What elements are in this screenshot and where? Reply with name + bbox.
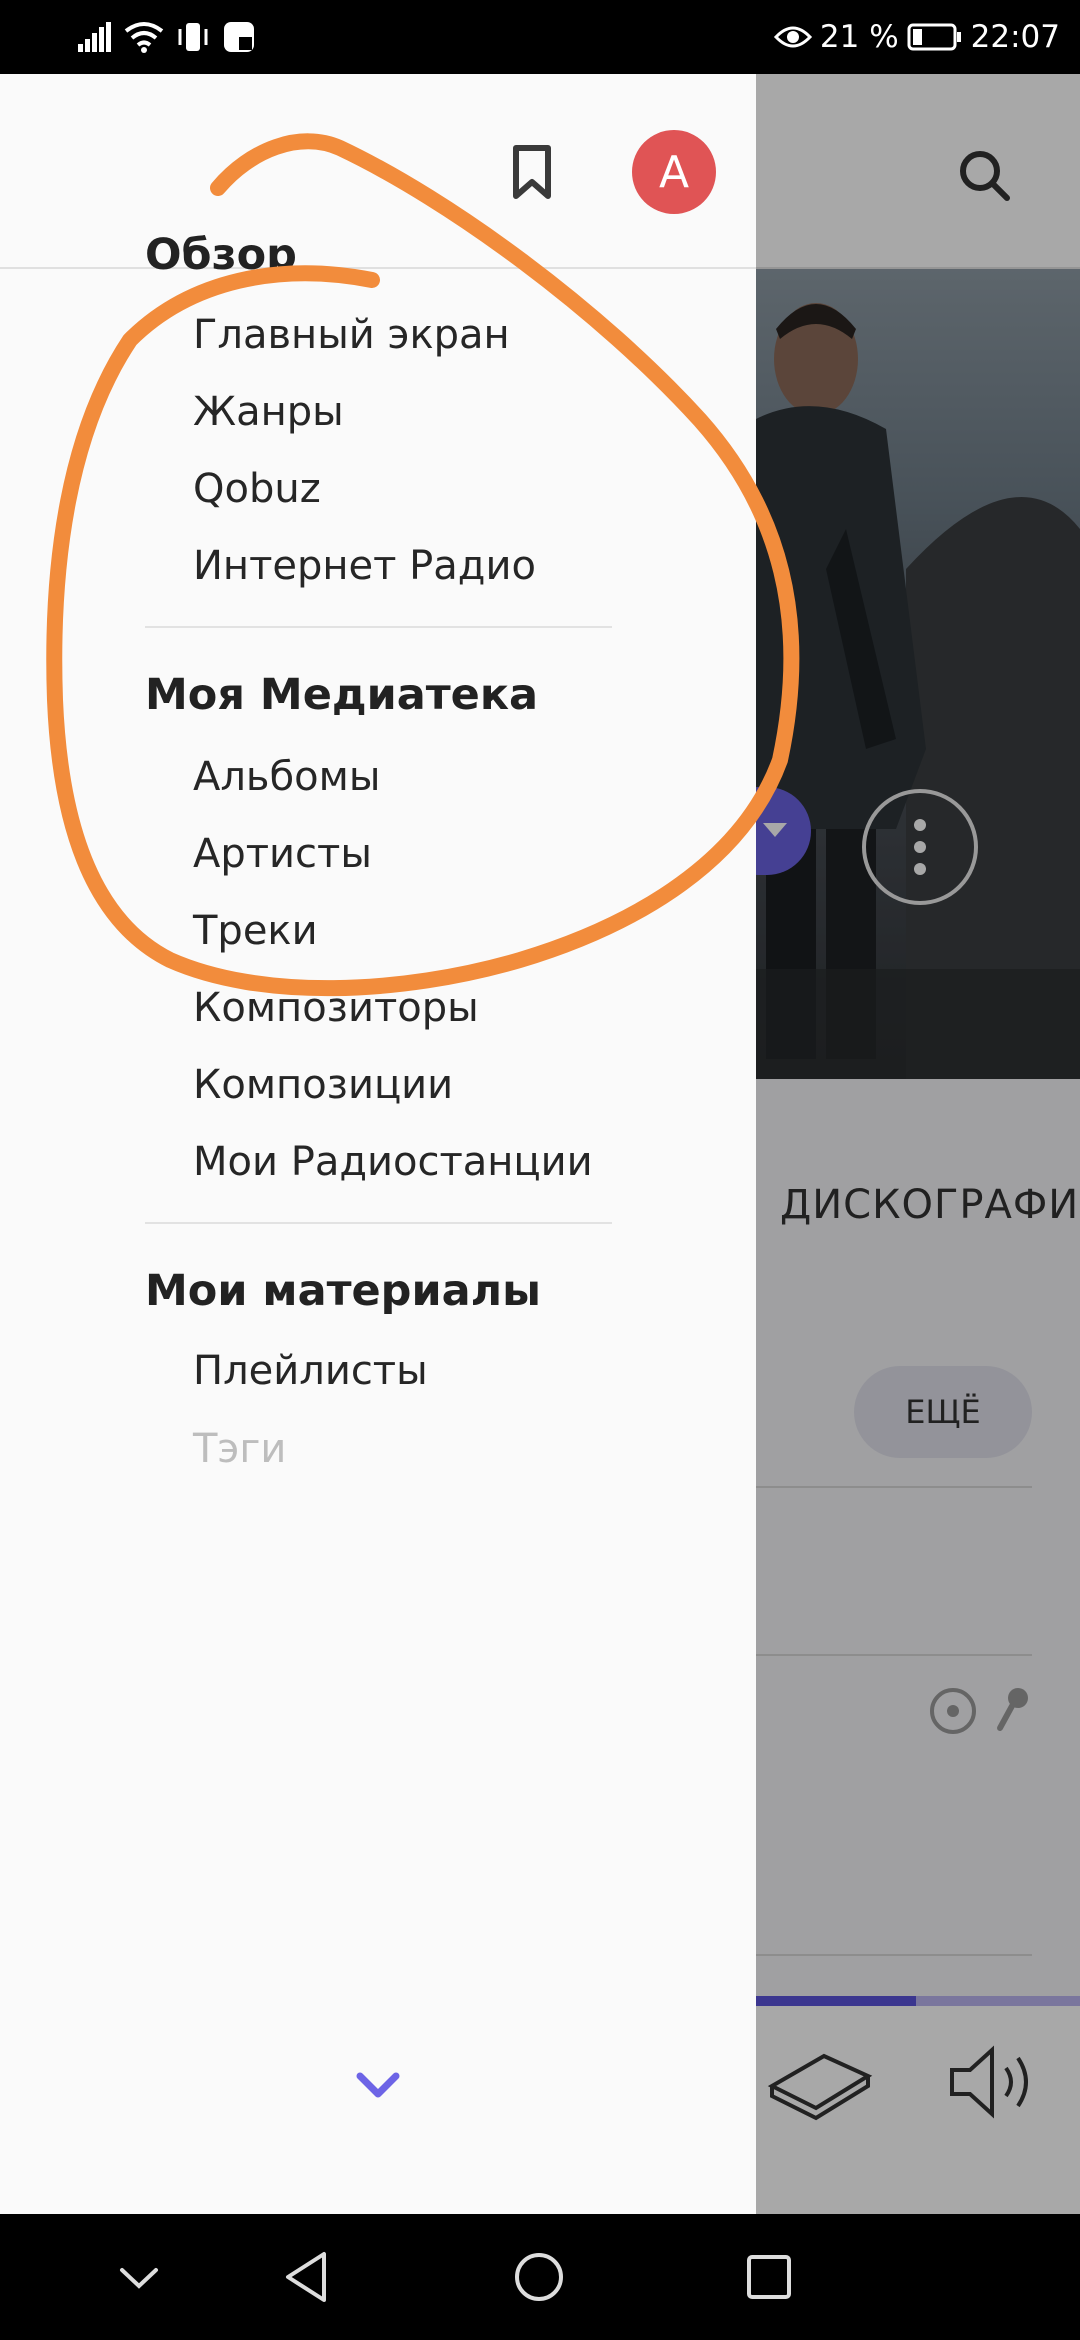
eye-comfort-icon [773,26,812,48]
section-title-my-content: Мои материалы [145,1266,541,1316]
menu-item-genres[interactable]: Жанры [193,389,344,435]
menu-item-artists[interactable]: Артисты [193,831,372,877]
scroll-down-chevron-icon[interactable] [356,2070,400,2102]
hide-keyboard-chevron-icon[interactable] [106,2244,172,2310]
vibrate-icon [178,23,208,51]
app-notification-icon [224,22,254,52]
navigation-drawer: A Обзор Главный экран Жанры Qobuz Интерн… [0,74,756,2214]
bookmark-icon[interactable] [506,144,558,202]
section-title-library: Моя Медиатека [145,670,539,720]
back-icon[interactable] [276,2244,342,2310]
menu-item-qobuz[interactable]: Qobuz [193,466,321,512]
battery-icon [907,23,961,51]
menu-item-tags[interactable]: Тэги [193,1426,286,1472]
divider [145,1222,612,1224]
avatar[interactable]: A [632,130,716,214]
divider [145,626,612,628]
signal-icon [78,22,111,52]
battery-percent: 21 % [819,19,899,55]
menu-item-albums[interactable]: Альбомы [193,754,380,800]
clock: 22:07 [970,19,1060,55]
menu-item-playlists[interactable]: Плейлисты [193,1348,428,1394]
status-icons-right: 21 % 22:07 [773,10,1060,64]
menu-item-internet-radio[interactable]: Интернет Радио [193,543,536,589]
wifi-icon [124,22,164,53]
menu-item-tracks[interactable]: Треки [193,908,318,954]
menu-item-my-radio-stations[interactable]: Мои Радиостанции [193,1139,593,1185]
status-icons-left [78,14,256,60]
drawer-header: A [0,74,756,269]
section-title-overview: Обзор [145,230,297,280]
menu-item-home[interactable]: Главный экран [193,312,510,358]
recents-icon[interactable] [736,2244,802,2310]
home-icon[interactable] [506,2244,572,2310]
status-bar: 21 % 22:07 [0,0,1080,74]
menu-item-composers[interactable]: Композиторы [193,985,479,1031]
menu-item-compositions[interactable]: Композиции [193,1062,453,1108]
system-navigation-bar [0,2214,1080,2340]
